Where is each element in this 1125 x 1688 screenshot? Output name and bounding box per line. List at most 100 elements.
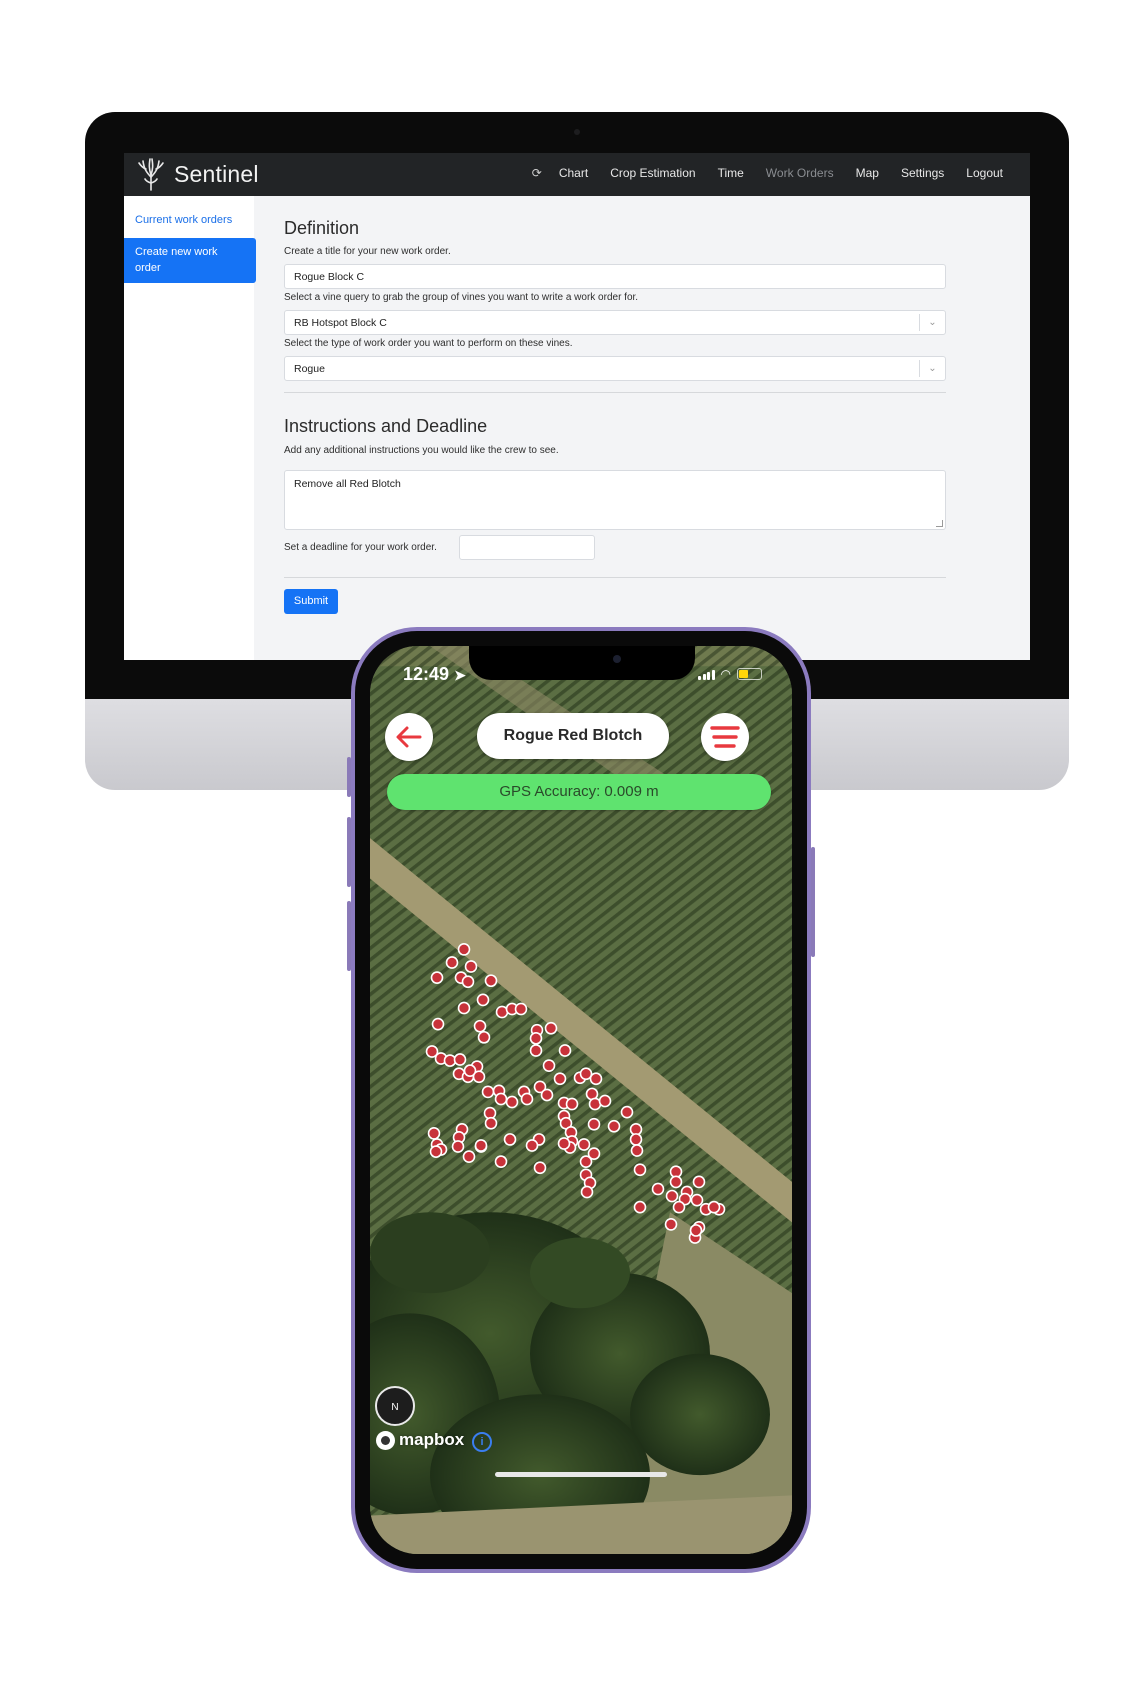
type-label: Select the type of work order you want t… [284,338,573,349]
phone-notch [469,646,695,680]
vine-marker[interactable] [473,1019,487,1033]
phone-bezel: 12:49 ➤ ◠ Rogue Red Blotch GPS Accuracy:… [355,631,807,1569]
vine-marker[interactable] [520,1092,534,1106]
sidebar-item-create-work-order[interactable]: Create new work order [124,238,256,283]
vine-marker[interactable] [557,1137,571,1150]
vine-marker[interactable] [580,1185,594,1199]
vine-marker[interactable] [445,956,459,969]
vine-marker[interactable] [494,1155,508,1169]
vine-marker[interactable] [629,1133,643,1146]
vine-marker[interactable] [587,1147,601,1160]
vine-marker[interactable] [461,975,475,989]
front-camera [613,655,621,663]
title-input[interactable]: Rogue Block C [284,264,946,289]
wifi-icon: ◠ [720,667,731,681]
vine-marker[interactable] [431,1017,445,1031]
vine-marker[interactable] [707,1200,721,1214]
compass-icon[interactable]: N [375,1386,415,1426]
vine-marker[interactable] [484,974,498,988]
back-button[interactable] [385,713,433,761]
menu-button[interactable] [701,713,749,761]
monitor-bezel: Sentinel ⟳ Chart Crop Estimation Time Wo… [85,112,1069,699]
webcam [574,129,580,135]
battery-level [739,670,749,678]
vine-marker[interactable] [429,1145,443,1158]
vine-marker[interactable] [430,971,444,985]
vine-marker[interactable] [607,1119,621,1133]
vine-marker[interactable] [427,1126,441,1140]
vine-marker[interactable] [476,993,490,1007]
vine-marker[interactable] [477,1030,491,1044]
nav-chart[interactable]: Chart [548,166,599,180]
vine-marker[interactable] [651,1182,665,1196]
vine-marker[interactable] [598,1094,612,1108]
nav-links: ⟳ Chart Crop Estimation Time Work Orders… [532,166,1014,180]
nav-time[interactable]: Time [707,166,755,180]
vine-marker[interactable] [587,1117,601,1131]
vine-marker[interactable] [689,1224,703,1237]
vine-marker[interactable] [462,1150,476,1163]
vine-marker[interactable] [630,1144,644,1157]
vine-query-value: RB Hotspot Block C [294,317,387,329]
vine-marker[interactable] [529,1044,543,1057]
work-order-type-select[interactable]: Rogue ⌄ [284,356,946,381]
vine-marker[interactable] [474,1139,488,1152]
nav-map[interactable]: Map [845,166,890,180]
vine-marker[interactable] [692,1175,706,1189]
vine-marker[interactable] [533,1161,547,1175]
vine-marker[interactable] [633,1200,647,1214]
vine-marker[interactable] [690,1193,704,1207]
vine-marker[interactable] [577,1138,591,1151]
vine-marker[interactable] [481,1085,495,1099]
cellular-signal-icon [698,669,715,680]
vine-logo-icon [138,158,164,191]
vine-marker[interactable] [484,1116,498,1130]
vine-marker[interactable] [540,1088,554,1102]
vine-marker[interactable] [558,1044,572,1057]
title-label: Create a title for your new work order. [284,246,451,257]
vine-marker[interactable] [672,1200,686,1214]
resize-grip-icon[interactable] [936,520,943,527]
nav-logout[interactable]: Logout [955,166,1014,180]
menu-icon [710,726,740,748]
vine-marker[interactable] [503,1133,517,1146]
vine-marker[interactable] [472,1070,486,1084]
vine-marker[interactable] [514,1002,528,1016]
vine-marker[interactable] [464,960,478,973]
vine-marker[interactable] [669,1175,683,1189]
instructions-label: Add any additional instructions you woul… [284,445,559,456]
refresh-icon[interactable]: ⟳ [532,166,548,180]
vine-marker[interactable] [457,942,471,956]
mapbox-wordmark: mapbox [399,1430,465,1449]
vine-marker[interactable] [457,1001,471,1015]
deadline-input[interactable] [459,535,595,560]
vine-marker[interactable] [525,1139,539,1152]
vine-marker[interactable] [633,1163,647,1177]
battery-icon [737,668,762,680]
vine-marker[interactable] [542,1059,556,1072]
vine-marker[interactable] [620,1105,634,1119]
submit-button[interactable]: Submit [284,589,338,614]
power-button [811,847,815,957]
vine-marker[interactable] [494,1092,508,1106]
vine-marker[interactable] [529,1031,543,1045]
nav-crop-estimation[interactable]: Crop Estimation [599,166,706,180]
vine-marker[interactable] [451,1140,465,1153]
attribution-info-icon[interactable]: i [472,1432,492,1452]
nav-work-orders[interactable]: Work Orders [755,166,845,180]
instructions-textarea[interactable]: Remove all Red Blotch [284,470,946,530]
vine-marker[interactable] [665,1189,679,1203]
vine-marker[interactable] [544,1021,558,1035]
vine-query-select[interactable]: RB Hotspot Block C ⌄ [284,310,946,335]
nav-settings[interactable]: Settings [890,166,955,180]
vine-marker[interactable] [664,1217,678,1231]
vine-marker[interactable] [453,1053,467,1066]
vine-marker[interactable] [505,1095,519,1109]
vine-marker[interactable] [553,1072,567,1086]
instructions-heading: Instructions and Deadline [284,416,488,436]
vine-marker[interactable] [589,1072,603,1086]
vine-marker[interactable] [565,1097,579,1111]
sidebar-item-current-work-orders[interactable]: Current work orders [135,214,232,226]
brand[interactable]: Sentinel [136,157,259,191]
brand-name: Sentinel [174,160,259,187]
